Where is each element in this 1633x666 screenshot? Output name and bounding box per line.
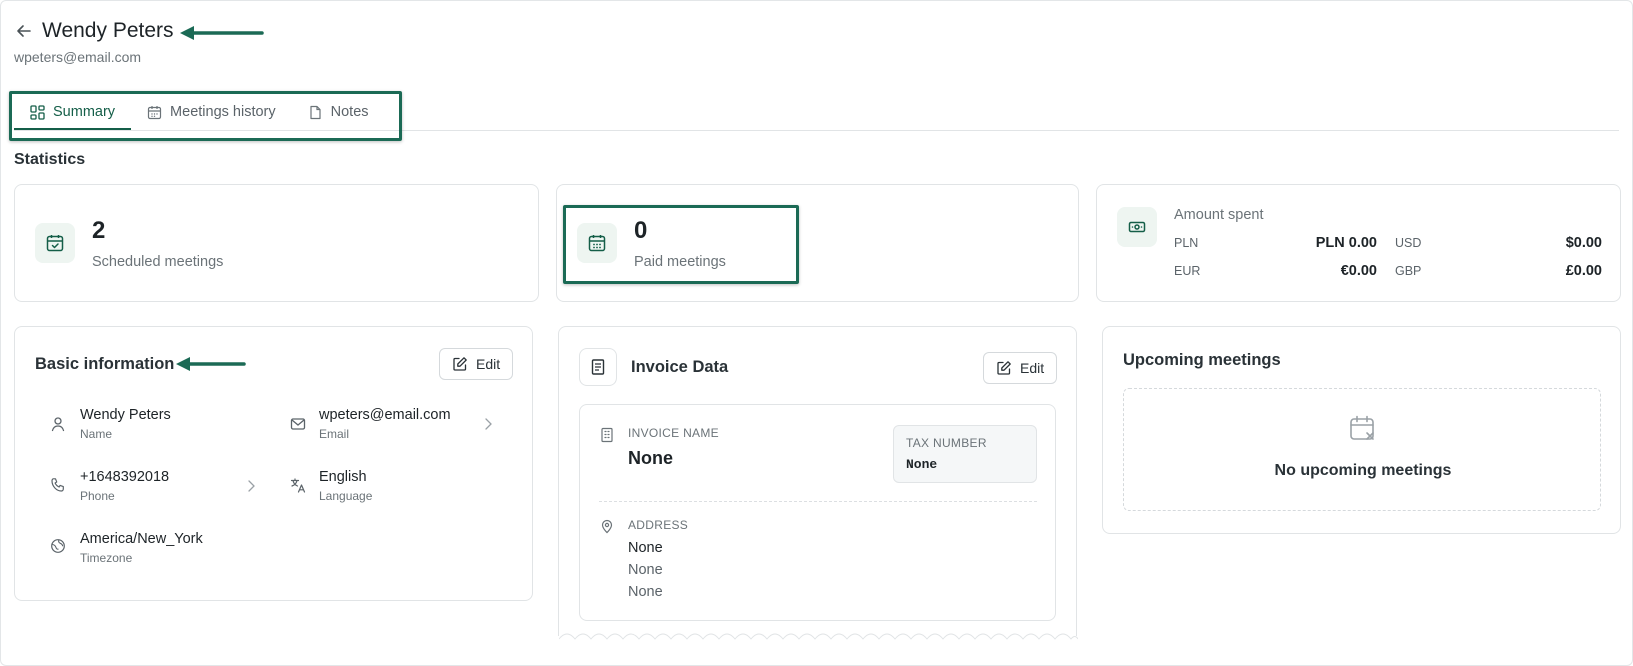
amount-value-eur: €0.00: [1340, 263, 1377, 279]
no-upcoming-text: No upcoming meetings: [1274, 462, 1452, 479]
phone-label: Phone: [80, 489, 115, 503]
annotation-highlight-box: [563, 205, 799, 284]
calendar-check-icon: [35, 223, 75, 263]
email-label: Email: [319, 427, 350, 441]
name-field: Wendy Peters Name: [80, 407, 171, 441]
building-icon: [599, 427, 615, 443]
pencil-icon: [996, 360, 1012, 376]
currency-label-pln: PLN: [1174, 236, 1199, 250]
pencil-icon: [452, 356, 468, 372]
invoice-divider: [599, 501, 1037, 502]
timezone-label: Timezone: [80, 551, 133, 565]
translate-icon: [290, 477, 307, 494]
currency-label-gbp: GBP: [1395, 264, 1422, 278]
timezone-field: America/New_York Timezone: [80, 531, 203, 565]
language-field: English Language: [319, 469, 372, 503]
receipt-icon: [579, 348, 617, 386]
currency-label-usd: USD: [1395, 236, 1422, 250]
amount-value-pln: PLN 0.00: [1315, 235, 1377, 251]
invoice-details-panel: INVOICE NAME None TAX NUMBER None ADDRES…: [579, 404, 1056, 621]
mail-icon: [290, 416, 306, 432]
statistics-title: Statistics: [14, 151, 86, 168]
language-value: English: [319, 469, 367, 485]
invoice-name-value: None: [628, 448, 673, 468]
back-arrow-icon[interactable]: [14, 21, 34, 41]
phone-icon: [50, 477, 66, 493]
amount-value-usd: $0.00: [1565, 235, 1602, 251]
phone-field[interactable]: +1648392018 Phone: [80, 469, 169, 503]
phone-value: +1648392018: [80, 469, 170, 485]
page-subtitle-email: wpeters@email.com: [14, 49, 142, 65]
scheduled-meetings-card: 2 Scheduled meetings: [14, 184, 539, 302]
basic-information-title: Basic information: [35, 355, 175, 373]
location-pin-icon: [599, 518, 615, 534]
edit-label: Edit: [476, 356, 501, 372]
invoice-edit-button[interactable]: Edit: [983, 352, 1058, 384]
timezone-value: America/New_York: [80, 531, 203, 547]
address-line-3: None: [628, 584, 663, 600]
language-label: Language: [319, 489, 373, 503]
annotation-arrow: [178, 25, 264, 46]
scheduled-meetings-label: Scheduled meetings: [92, 254, 224, 270]
invoice-name-label: INVOICE NAME: [628, 426, 719, 440]
annotation-arrow: [174, 356, 246, 377]
chevron-right-icon[interactable]: [482, 417, 494, 431]
page-title: Wendy Peters: [42, 19, 174, 42]
email-field[interactable]: wpeters@email.com Email: [319, 407, 451, 441]
address-line-2: None: [628, 562, 663, 578]
chevron-right-icon[interactable]: [245, 479, 257, 493]
address-line-1: None: [628, 540, 663, 556]
basic-information-card: Basic information Edit Wendy Peters Name…: [14, 326, 533, 601]
calendar-x-icon: [1348, 414, 1378, 444]
amount-spent-card: Amount spent PLN PLN 0.00 USD $0.00 EUR …: [1096, 184, 1621, 302]
name-label: Name: [80, 427, 113, 441]
globe-icon: [50, 538, 66, 554]
cash-icon: [1117, 207, 1157, 247]
upcoming-meetings-card: Upcoming meetings No upcoming meetings: [1102, 326, 1621, 534]
email-value: wpeters@email.com: [319, 407, 451, 423]
name-value: Wendy Peters: [80, 407, 171, 423]
receipt-scallop-edge: [558, 627, 1079, 645]
tax-number-box: TAX NUMBER None: [893, 425, 1037, 483]
user-icon: [50, 416, 66, 432]
tax-number-value: None: [906, 457, 938, 472]
amount-spent-title: Amount spent: [1174, 207, 1264, 223]
invoice-data-title: Invoice Data: [631, 358, 729, 376]
upcoming-empty-state: No upcoming meetings: [1123, 388, 1601, 511]
basic-info-edit-button[interactable]: Edit: [439, 348, 514, 380]
amount-value-gbp: £0.00: [1565, 263, 1602, 279]
invoice-data-card: Invoice Data Edit INVOICE NAME None TAX …: [558, 326, 1079, 640]
edit-label: Edit: [1020, 360, 1045, 376]
tax-number-label: TAX NUMBER: [906, 436, 987, 450]
upcoming-meetings-title: Upcoming meetings: [1123, 351, 1281, 369]
annotation-highlight-box: [9, 91, 402, 141]
currency-label-eur: EUR: [1174, 264, 1201, 278]
scheduled-meetings-count: 2: [92, 217, 106, 244]
address-label: ADDRESS: [628, 518, 689, 532]
